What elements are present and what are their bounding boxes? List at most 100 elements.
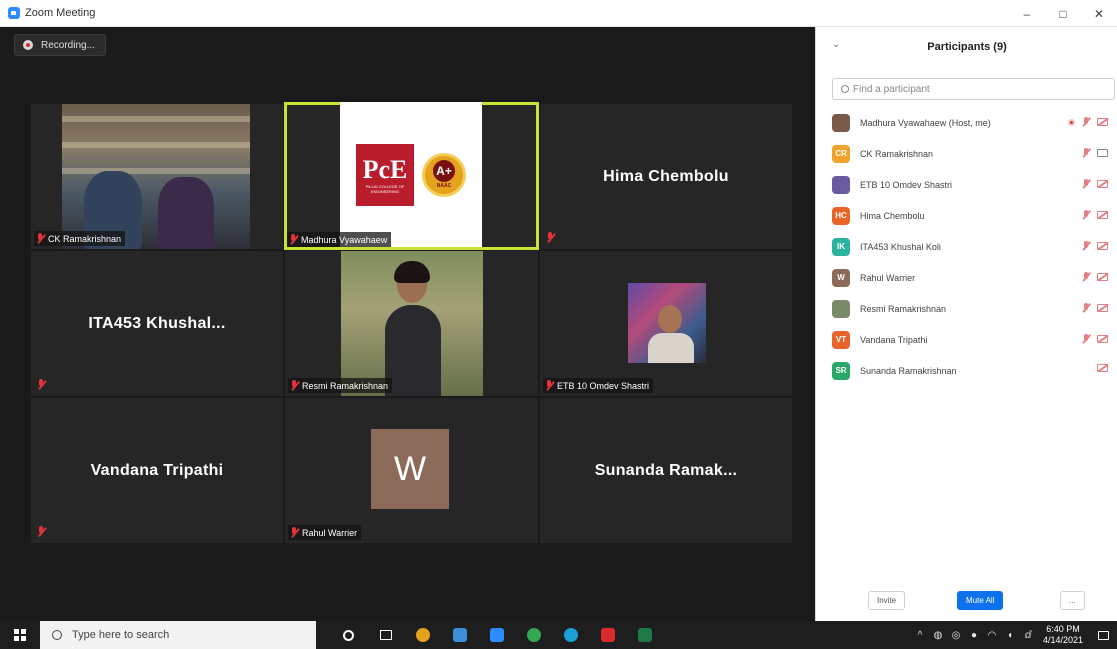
muted-mic-icon (37, 526, 46, 537)
wifi-icon[interactable]: ◠ (983, 630, 1001, 641)
mute-all-button[interactable]: Mute All (957, 591, 1004, 610)
video-tile-vandana[interactable]: Vandana Tripathi (31, 398, 283, 543)
muted-mic-icon[interactable] (1081, 209, 1091, 221)
more-button[interactable]: ... (1060, 591, 1085, 610)
participant-row[interactable]: CR CK Ramakrishnan (816, 138, 1117, 169)
network-icon[interactable]: ◍ (929, 630, 947, 641)
clock-time: 6:40 PM (1046, 624, 1080, 634)
participant-name-label: Rahul Warrier (288, 525, 362, 540)
panel-footer: Invite Mute All ... (816, 581, 1117, 621)
file-explorer-icon[interactable] (441, 621, 478, 649)
excel-icon[interactable] (626, 621, 663, 649)
participant-name: Vandana Tripathi (860, 334, 928, 345)
windows-logo-icon (14, 629, 26, 641)
muted-mic-icon (37, 379, 46, 390)
participant-name-placeholder: Sunanda Ramak... (594, 461, 738, 479)
participants-panel: ⌄ Participants (9) Find a participant Ma… (815, 27, 1117, 621)
video-off-icon[interactable] (1097, 211, 1108, 219)
pen-icon[interactable]: ⅆ (1019, 630, 1037, 641)
recording-indicator[interactable]: Recording... (14, 34, 106, 56)
video-tile-khushal[interactable]: ITA453 Khushal... (31, 251, 283, 396)
pce-logo: PcE PILLAI COLLEGE OF ENGINEERING (356, 143, 414, 206)
participant-name-placeholder: ITA453 Khushal... (88, 314, 226, 332)
participant-name: ETB 10 Omdev Shastri (557, 380, 650, 391)
video-off-icon[interactable] (1097, 335, 1108, 343)
video-tile-rahul[interactable]: W Rahul Warrier (285, 398, 538, 543)
muted-mic-icon[interactable] (1081, 240, 1091, 252)
muted-mic-icon (546, 232, 555, 243)
participant-list: Madhura Vyawahaew (Host, me) CR CK Ramak… (816, 107, 1117, 386)
video-off-icon[interactable] (1097, 180, 1108, 188)
muted-mic-icon[interactable] (1081, 302, 1091, 314)
participant-row[interactable]: HC Hima Chembolu (816, 200, 1117, 231)
video-off-icon[interactable] (1097, 242, 1108, 250)
taskbar-search-placeholder: Type here to search (72, 629, 170, 641)
participant-avatar: W (832, 268, 850, 287)
windows-taskbar: Type here to search ^ ◍ ◎ ● ◠ ◖ ⅆ 6:40 P… (0, 621, 1117, 649)
participant-name: Madhura Vyawahaew (Host, me) (860, 117, 991, 128)
show-hidden-icons-icon[interactable]: ^ (911, 630, 929, 641)
participant-avatar (832, 113, 850, 132)
college-logo: PcE PILLAI COLLEGE OF ENGINEERING A+ NAA… (340, 102, 482, 247)
participant-row[interactable]: ETB 10 Omdev Shastri (816, 169, 1117, 200)
taskbar-clock[interactable]: 6:40 PM 4/14/2021 (1037, 624, 1089, 646)
window-controls: – □ ✕ (1009, 0, 1117, 27)
collapse-chevron-icon[interactable]: ⌄ (832, 39, 840, 50)
participant-search-input[interactable]: Find a participant (832, 78, 1115, 100)
chrome-icon[interactable] (515, 621, 552, 649)
video-tile-omdev[interactable]: ETB 10 Omdev Shastri (540, 251, 792, 396)
video-off-icon[interactable] (1097, 364, 1108, 372)
system-tray: ^ ◍ ◎ ● ◠ ◖ ⅆ 6:40 PM 4/14/2021 (911, 621, 1117, 649)
video-gallery: Recording... CK Ramakrishnan PcE PILLAI … (0, 27, 815, 621)
acrobat-icon[interactable] (589, 621, 626, 649)
participant-row[interactable]: IK ITA453 Khushal Koli (816, 231, 1117, 262)
recording-label: Recording... (41, 39, 95, 51)
cortana-icon[interactable] (330, 621, 367, 649)
muted-mic-icon (545, 380, 554, 391)
participant-avatar (832, 299, 850, 318)
participant-avatar: VT (832, 330, 850, 349)
video-off-icon[interactable] (1097, 273, 1108, 281)
muted-mic-icon[interactable] (1081, 333, 1091, 345)
taskbar-search-box[interactable]: Type here to search (40, 621, 316, 649)
recording-icon (1068, 118, 1075, 126)
volume-icon[interactable]: ◖ (1001, 630, 1019, 641)
video-off-icon[interactable] (1097, 304, 1108, 312)
participant-row[interactable]: Resmi Ramakrishnan (816, 293, 1117, 324)
zoom-taskbar-icon[interactable] (478, 621, 515, 649)
close-button[interactable]: ✕ (1081, 0, 1117, 27)
microphone-icon[interactable]: ● (965, 630, 983, 641)
video-on-icon[interactable] (1097, 149, 1108, 157)
task-view-icon[interactable] (367, 621, 404, 649)
participant-avatar (832, 175, 850, 194)
muted-mic-icon[interactable] (1081, 116, 1091, 128)
invite-button[interactable]: Invite (868, 591, 906, 610)
edge-icon[interactable] (552, 621, 589, 649)
video-tile-sunanda[interactable]: Sunanda Ramak... (540, 398, 792, 543)
search-icon (841, 85, 849, 93)
video-off-icon[interactable] (1097, 118, 1108, 126)
participant-name: Rahul Warrier (860, 272, 916, 283)
participant-row[interactable]: VT Vandana Tripathi (816, 324, 1117, 355)
video-tile-resmi[interactable]: Resmi Ramakrishnan (285, 251, 538, 396)
maximize-button[interactable]: □ (1045, 0, 1081, 27)
notification-center-icon[interactable] (1089, 630, 1117, 640)
participant-row-host[interactable]: Madhura Vyawahaew (Host, me) (816, 107, 1117, 138)
video-tile-madhura-active-speaker[interactable]: PcE PILLAI COLLEGE OF ENGINEERING A+ NAA… (284, 102, 539, 250)
chrome-canary-icon[interactable] (404, 621, 441, 649)
participant-avatar: IK (832, 237, 850, 256)
muted-mic-icon[interactable] (1081, 147, 1091, 159)
start-button[interactable] (0, 621, 40, 649)
video-tile-ck[interactable]: CK Ramakrishnan (31, 104, 283, 249)
zoom-app-icon (8, 7, 20, 19)
minimize-button[interactable]: – (1009, 0, 1045, 27)
participant-name: Resmi Ramakrishnan (302, 380, 389, 391)
participant-row[interactable]: SR Sunanda Ramakrishnan (816, 355, 1117, 386)
video-tile-hima[interactable]: Hima Chembolu (540, 104, 792, 249)
muted-mic-icon[interactable] (1081, 178, 1091, 190)
muted-mic-icon (36, 233, 45, 244)
muted-mic-icon[interactable] (1081, 271, 1091, 283)
sync-icon[interactable]: ◎ (947, 630, 965, 641)
participant-video (628, 283, 706, 363)
participant-row[interactable]: W Rahul Warrier (816, 262, 1117, 293)
